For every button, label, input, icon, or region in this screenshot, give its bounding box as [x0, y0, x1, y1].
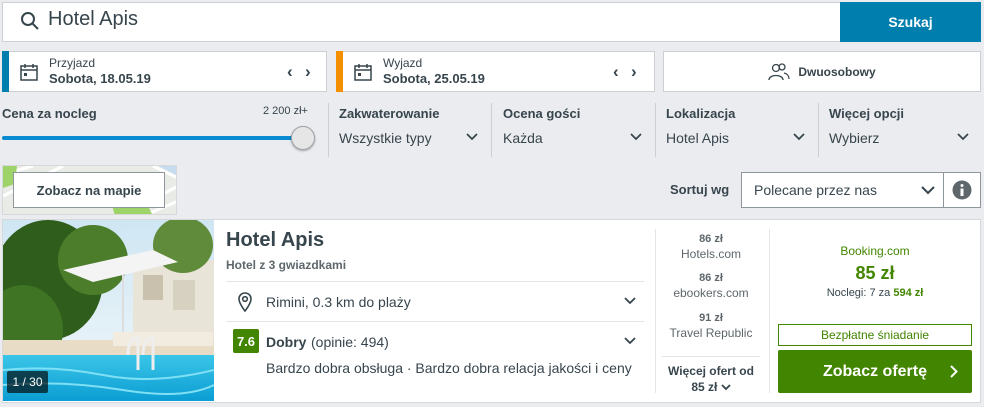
info-icon [952, 180, 972, 200]
sort-select[interactable]: Polecane przez nas [741, 172, 944, 208]
accommodation-filter-value[interactable]: Wszystkie typy [339, 130, 432, 146]
checkin-color-bar [2, 51, 9, 92]
price-slider-track[interactable] [2, 136, 302, 140]
offer-site: Hotels.com [680, 247, 742, 261]
offer-price: 86 zł [699, 233, 723, 245]
filter-divider [655, 103, 656, 157]
guests-label: Dwuosobowy [798, 64, 876, 79]
checkin-next-icon[interactable]: › [305, 62, 311, 82]
calendar-icon [20, 64, 38, 81]
checkout-prev-icon[interactable]: ‹ [613, 62, 619, 82]
rating-count: (opinie: 494) [311, 334, 389, 350]
search-icon [21, 12, 39, 30]
checkin-value: Sobota, 18.05.19 [49, 71, 151, 86]
more-offers-price: 85 zł [691, 380, 718, 394]
calendar-icon [354, 64, 372, 81]
nights-prefix: Noclegi: 7 za [826, 287, 891, 299]
search-input[interactable]: Hotel Apis [48, 8, 138, 31]
rating-filter-label: Ocena gości [503, 106, 581, 121]
accommodation-filter-label: Zakwaterowanie [339, 106, 440, 121]
view-deal-label: Zobacz ofertę [822, 362, 927, 380]
column-divider [769, 229, 770, 393]
chevron-down-icon[interactable] [630, 133, 642, 141]
location-filter-value[interactable]: Hotel Apis [666, 130, 729, 146]
users-icon [768, 62, 790, 80]
checkout-label: Wyjazd [383, 56, 423, 70]
chevron-down-icon[interactable] [793, 133, 805, 141]
filter-divider [818, 103, 819, 157]
more-offers-link[interactable]: Więcej ofert od 85 zł [656, 364, 766, 394]
hotel-location: Rimini, 0.3 km do plaży [266, 294, 411, 310]
price-max-value: 2 200 zł+ [263, 105, 308, 117]
chevron-down-icon[interactable] [624, 337, 636, 345]
free-breakfast-badge: Bezpłatne śniadanie [778, 324, 972, 346]
chevron-down-icon[interactable] [466, 133, 478, 141]
checkin-prev-icon[interactable]: ‹ [287, 62, 293, 82]
nights-total: 594 zł [893, 287, 924, 299]
offers-divider [662, 356, 760, 357]
search-button[interactable]: Szukaj [840, 2, 981, 42]
more-offers-label: Więcej ofert od [668, 364, 754, 378]
hotel-name[interactable]: Hotel Apis [226, 229, 324, 252]
photo-counter: 1 / 30 [7, 371, 48, 393]
map-pin-icon [238, 292, 252, 312]
row-divider [226, 281, 644, 282]
offer-item[interactable]: 91 zł Travel Republic [656, 312, 766, 340]
filter-divider [491, 103, 492, 157]
chevron-down-icon[interactable] [624, 297, 636, 305]
offer-site: Travel Republic [669, 326, 753, 340]
checkin-label: Przyjazd [49, 56, 96, 70]
checkout-date-picker[interactable]: Wyjazd Sobota, 25.05.19 ‹ › [336, 51, 655, 92]
checkout-next-icon[interactable]: › [631, 62, 637, 82]
chevron-down-icon[interactable] [957, 133, 969, 141]
price-filter-label: Cena za nocleg [2, 106, 97, 121]
row-divider [226, 321, 644, 322]
offer-item[interactable]: 86 zł Hotels.com [656, 233, 766, 261]
rating-filter-value[interactable]: Każda [503, 130, 543, 146]
location-filter-label: Lokalizacja [666, 106, 736, 121]
chevron-right-icon [950, 365, 958, 378]
rating-highlights: Bardzo dobra obsługa · Bardzo dobra rela… [266, 360, 632, 376]
more-options-value[interactable]: Wybierz [829, 130, 879, 146]
more-options-label: Więcej opcji [829, 106, 905, 121]
checkout-value: Sobota, 25.05.19 [383, 71, 485, 86]
chevron-down-icon [921, 186, 935, 195]
sort-value: Polecane przez nas [754, 182, 877, 198]
offer-price: 86 zł [699, 272, 723, 284]
checkin-date-picker[interactable]: Przyjazd Sobota, 18.05.19 ‹ › [2, 51, 327, 92]
rating-score-badge: 7.6 [233, 329, 259, 353]
rating-word: Dobry [266, 334, 307, 350]
offer-site: ebookers.com [673, 286, 749, 300]
filter-divider [328, 103, 329, 157]
offer-item[interactable]: 86 zł ebookers.com [656, 272, 766, 300]
guests-selector[interactable]: Dwuosobowy [663, 51, 981, 92]
price-slider-handle[interactable] [291, 126, 315, 150]
sort-label: Sortuj wg [670, 182, 730, 197]
info-button[interactable] [944, 172, 981, 208]
best-offer-price[interactable]: 85 zł [778, 263, 972, 284]
best-offer-provider[interactable]: Booking.com [778, 244, 972, 258]
checkout-color-bar [336, 51, 343, 92]
best-offer-nights: Noclegi: 7 za 594 zł [778, 287, 972, 299]
offer-price: 91 zł [699, 312, 723, 324]
view-deal-button[interactable]: Zobacz ofertę [778, 350, 972, 393]
hotel-stars-text: Hotel z 3 gwiazdkami [226, 258, 347, 272]
chevron-down-icon [721, 384, 731, 391]
show-map-button[interactable]: Zobacz na mapie [13, 172, 165, 208]
